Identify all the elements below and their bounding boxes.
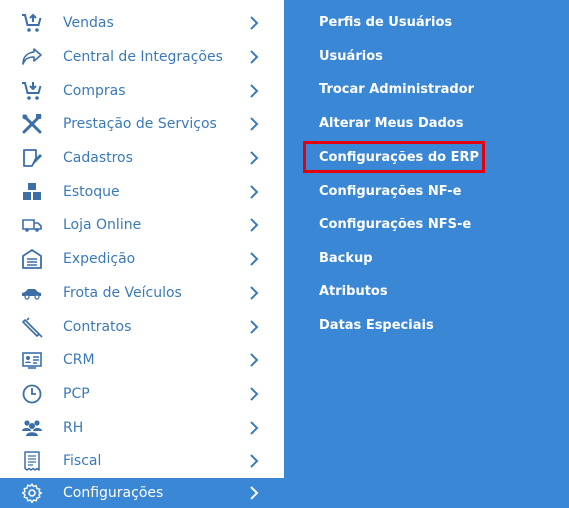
sidebar-item-label: Fiscal [63,452,102,469]
sidebar-item-label: Compras [63,82,126,99]
submenu-item-datas-especiais[interactable]: Datas Especiais [319,314,434,336]
people-icon [20,416,44,440]
clock-icon [20,382,44,406]
car-icon [20,281,44,305]
submenu-item-configuracoes-nfse[interactable]: Configurações NFS-e [319,213,471,235]
sidebar-item-loja-online[interactable]: Loja Online [0,208,284,241]
submenu-item-usuarios[interactable]: Usuários [319,45,383,67]
sidebar-item-frota-veiculos[interactable]: Frota de Veículos [0,276,284,309]
submenu-configuracoes: Perfis de Usuários Usuários Trocar Admin… [284,0,569,508]
sidebar-item-label: Central de Integrações [63,48,223,65]
sidebar-item-configuracoes[interactable]: Configurações [0,478,284,508]
sidebar-item-central-integracoes[interactable]: Central de Integrações [0,40,284,73]
sidebar-item-cadastros[interactable]: Cadastros [0,141,284,174]
chevron-right-icon [248,251,260,266]
submenu-item-backup[interactable]: Backup [319,247,373,269]
chevron-right-icon [248,150,260,165]
warehouse-icon [20,247,44,271]
sidebar-item-crm[interactable]: CRM [0,343,284,376]
sidebar-item-fiscal[interactable]: Fiscal [0,444,284,477]
delivery-truck-icon [20,213,44,237]
sidebar-item-label: Estoque [63,183,120,200]
chevron-right-icon [248,285,260,300]
contact-card-icon [20,348,44,372]
sidebar-item-vendas[interactable]: Vendas [0,6,284,39]
sidebar-item-contratos[interactable]: Contratos [0,310,284,343]
chevron-right-icon [248,453,260,468]
sidebar-item-prestacao-servicos[interactable]: Prestação de Serviços [0,107,284,140]
sidebar-item-label: Expedição [63,250,136,267]
sidebar-item-label: CRM [63,351,95,368]
cart-down-icon [20,79,44,103]
document-icon [20,449,44,473]
tools-icon [20,112,44,136]
sidebar-item-estoque[interactable]: Estoque [0,175,284,208]
chevron-right-icon [248,15,260,30]
submenu-item-perfis-usuarios[interactable]: Perfis de Usuários [319,11,452,33]
gear-icon [20,481,44,505]
chevron-right-icon [248,116,260,131]
pen-icon [20,315,44,339]
chevron-right-icon [248,49,260,64]
submenu-item-alterar-meus-dados[interactable]: Alterar Meus Dados [319,112,463,134]
chevron-right-icon [248,83,260,98]
sidebar-item-pcp[interactable]: PCP [0,377,284,410]
sidebar-item-label: Frota de Veículos [63,284,182,301]
chevron-right-icon [248,486,260,500]
submenu-item-trocar-administrador[interactable]: Trocar Administrador [319,78,474,100]
sidebar-item-compras[interactable]: Compras [0,74,284,107]
sidebar-item-label: Vendas [63,14,114,31]
chevron-right-icon [248,184,260,199]
sidebar-item-label: Loja Online [63,216,142,233]
chevron-right-icon [248,420,260,435]
boxes-icon [20,180,44,204]
chevron-right-icon [248,217,260,232]
cart-up-icon [20,11,44,35]
sidebar-item-label: Configurações [63,485,164,501]
sidebar-item-label: Contratos [63,318,132,335]
sidebar-item-rh[interactable]: RH [0,411,284,444]
chevron-right-icon [248,352,260,367]
submenu-item-configuracoes-erp[interactable]: Configurações do ERP [319,146,479,168]
sidebar-item-label: RH [63,419,84,436]
chevron-right-icon [248,319,260,334]
sidebar-item-label: PCP [63,385,90,402]
chevron-right-icon [248,386,260,401]
submenu-item-configuracoes-nfe[interactable]: Configurações NF-e [319,180,461,202]
sidebar-item-expedicao[interactable]: Expedição [0,242,284,275]
sidebar-menu: Vendas Central de Integrações Compras Pr… [0,0,284,508]
sidebar-item-label: Cadastros [63,149,133,166]
submenu-item-atributos[interactable]: Atributos [319,280,388,302]
share-arrow-icon [20,45,44,69]
sidebar-item-label: Prestação de Serviços [63,115,217,132]
edit-form-icon [20,146,44,170]
